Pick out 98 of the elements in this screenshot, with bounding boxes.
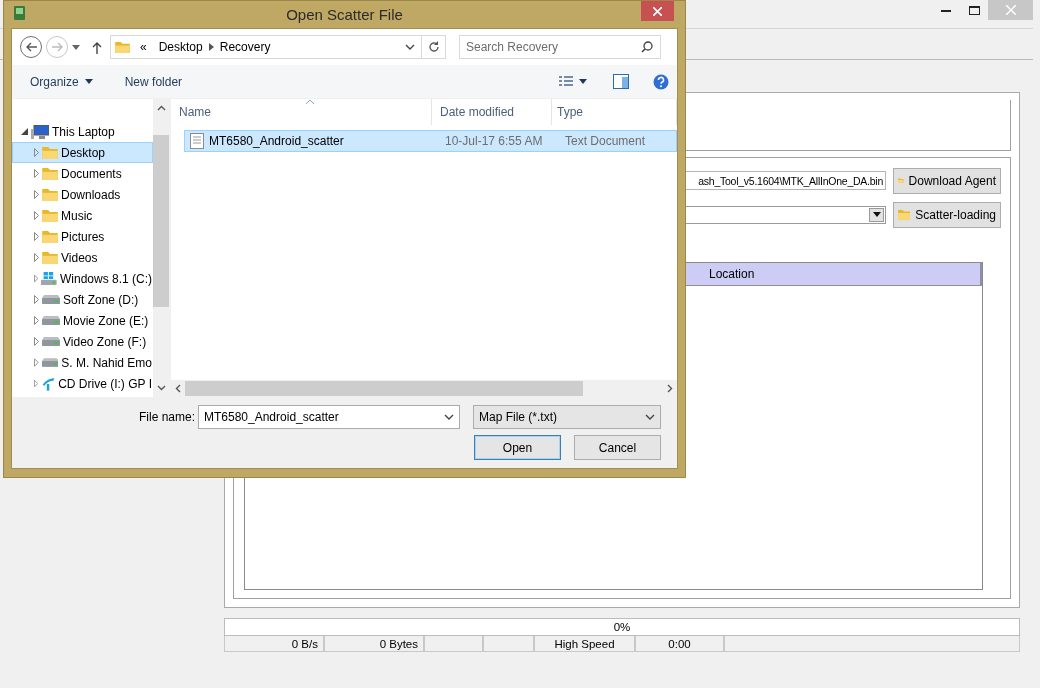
expand-arrow-icon[interactable] (34, 295, 39, 304)
file-name: MT6580_Android_scatter (209, 134, 344, 148)
left-arrow-icon (25, 42, 37, 52)
caret-icon (84, 79, 93, 84)
status-cell: 0:00 (635, 636, 724, 652)
file-type-dropdown[interactable]: Map File (*.txt) (473, 405, 661, 429)
cancel-button[interactable]: Cancel (574, 435, 661, 460)
progress-label: 0% (613, 621, 631, 633)
expand-arrow-icon[interactable] (34, 274, 39, 283)
column-header[interactable]: Date modified (432, 99, 552, 125)
expand-arrow-icon[interactable] (34, 211, 39, 220)
scatter-loading-button[interactable]: Scatter-loading (893, 201, 1001, 228)
expand-arrow-icon[interactable] (34, 316, 39, 325)
windows-drive-icon (41, 271, 57, 286)
folder-icon (42, 229, 58, 244)
folder-icon (42, 187, 58, 202)
breadcrumb-arrow-icon (208, 43, 214, 51)
minimize-icon (941, 8, 951, 12)
refresh-icon[interactable] (427, 41, 440, 53)
status-cell: High Speed (534, 636, 635, 652)
folder-icon (42, 250, 58, 265)
expand-arrow-icon[interactable] (34, 379, 39, 388)
tree-item[interactable]: Windows 8.1 (C:) (12, 268, 153, 289)
tree-item[interactable]: CD Drive (I:) GP I (12, 373, 153, 394)
chevron-down-icon (645, 414, 655, 420)
file-name-field[interactable]: MT6580_Android_scatter (198, 405, 460, 429)
expand-arrow-icon[interactable] (34, 148, 39, 157)
chevron-down-icon (405, 44, 415, 50)
close-icon (1005, 5, 1016, 15)
sort-up-icon (306, 99, 314, 104)
tree-item[interactable]: Music (12, 205, 153, 226)
search-icon (641, 41, 653, 53)
address-bar[interactable]: « Desktop Recovery (110, 35, 446, 59)
vertical-scrollbar[interactable] (153, 99, 169, 397)
tree-item[interactable]: Documents (12, 163, 153, 184)
expanded-arrow-icon[interactable] (21, 128, 28, 135)
back-button[interactable] (20, 36, 42, 58)
dialog-title: Open Scatter File (286, 6, 403, 23)
drive-icon (42, 316, 60, 325)
app-icon (14, 6, 25, 20)
open-button[interactable]: Open (474, 435, 561, 460)
scroll-right-icon[interactable] (667, 384, 673, 393)
text-file-icon (190, 133, 204, 149)
new-folder-button[interactable]: New folder (118, 70, 189, 93)
folder-icon (42, 208, 58, 223)
help-icon[interactable] (653, 73, 669, 90)
file-name-label: File name: (138, 410, 195, 424)
scroll-left-icon[interactable] (175, 384, 181, 393)
folder-icon (42, 166, 58, 181)
search-field[interactable]: Search Recovery (459, 35, 661, 59)
tree-item[interactable]: Videos (12, 247, 153, 268)
expand-arrow-icon[interactable] (34, 169, 39, 178)
scroll-up-icon[interactable] (156, 105, 166, 111)
breadcrumb[interactable]: Recovery (213, 40, 277, 54)
download-agent-button[interactable]: Download Agent (893, 167, 1001, 194)
file-date: 10-Jul-17 6:55 AM (444, 134, 544, 148)
drive-icon (42, 295, 60, 304)
expand-arrow-icon[interactable] (34, 232, 39, 241)
breadcrumb[interactable]: Desktop (152, 40, 209, 54)
overflow-crumb[interactable]: « (134, 40, 153, 54)
preview-pane-icon[interactable] (613, 74, 629, 89)
column-header[interactable]: Name (171, 99, 432, 125)
file-row[interactable]: MT6580_Android_scatter 10-Jul-17 6:55 AM Text Document (184, 130, 677, 152)
caret-icon (579, 79, 587, 84)
drive-icon (41, 358, 59, 367)
expand-arrow-icon[interactable] (34, 337, 39, 346)
expand-arrow-icon[interactable] (34, 253, 39, 262)
up-arrow-icon[interactable] (92, 40, 102, 54)
folder-icon (42, 145, 58, 160)
view-list-icon[interactable] (559, 76, 573, 87)
close-icon (653, 6, 662, 16)
signal-logo-icon (41, 375, 56, 392)
tree-item[interactable]: Downloads (12, 184, 153, 205)
expand-arrow-icon[interactable] (34, 358, 39, 367)
tree-item[interactable]: Pictures (12, 226, 153, 247)
close-button[interactable] (641, 1, 674, 21)
expand-arrow-icon[interactable] (34, 190, 39, 199)
tree-item[interactable]: This Laptop (12, 121, 153, 142)
column-header[interactable]: Type (552, 99, 677, 125)
maximize-icon (968, 5, 980, 15)
folder-icon (115, 40, 130, 54)
computer-icon (31, 124, 49, 139)
organize-button[interactable]: Organize (24, 70, 99, 93)
tree-item[interactable]: S. M. Nahid Emo (12, 352, 153, 373)
drive-icon (42, 337, 60, 346)
right-arrow-icon (51, 42, 63, 52)
status-cell: 0 Bytes (324, 636, 424, 652)
caret-icon (872, 212, 881, 217)
tree-item[interactable]: Movie Zone (E:) (12, 310, 153, 331)
horizontal-scrollbar[interactable] (171, 380, 677, 397)
caret-icon (72, 44, 80, 50)
status-cell: 0 B/s (224, 636, 324, 652)
tree-item[interactable]: Video Zone (F:) (12, 331, 153, 352)
chevron-down-icon (444, 414, 454, 420)
scroll-down-icon[interactable] (156, 385, 166, 391)
file-type: Text Document (564, 134, 647, 148)
tree-item[interactable]: Soft Zone (D:) (12, 289, 153, 310)
tree-item[interactable]: Desktop (12, 142, 153, 163)
